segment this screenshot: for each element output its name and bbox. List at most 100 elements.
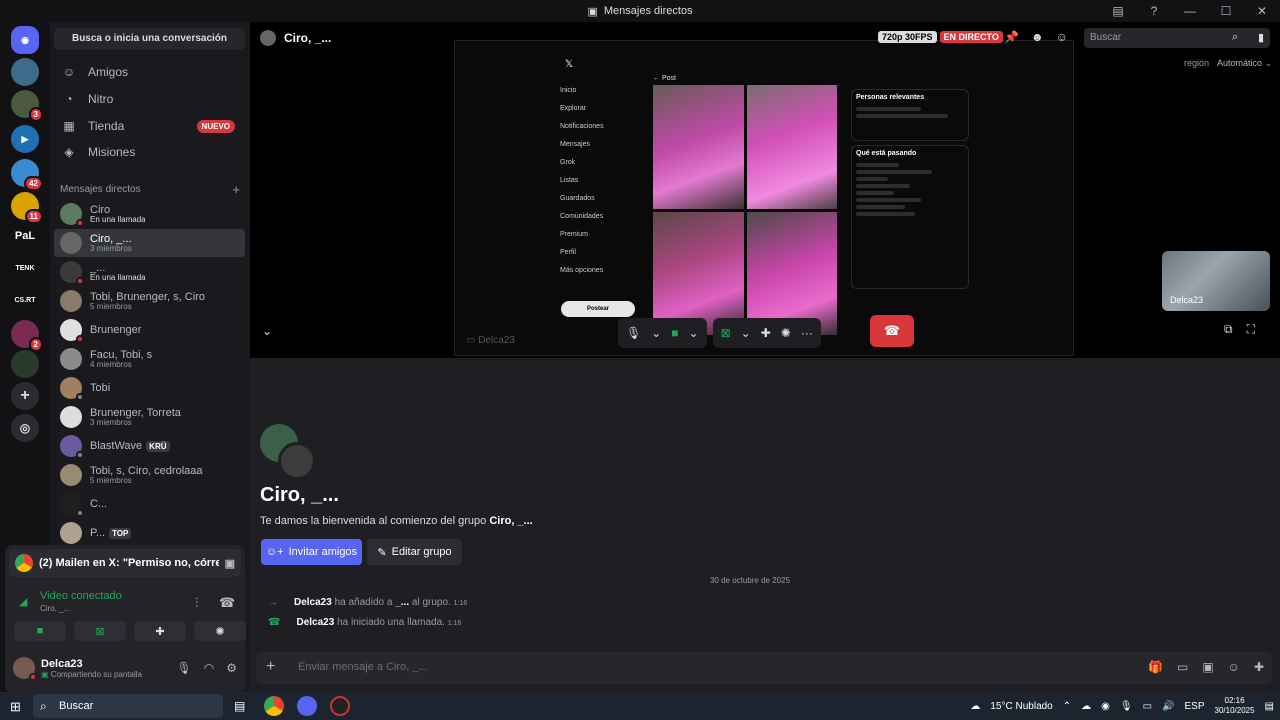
search-input[interactable]: Buscar: [1084, 28, 1270, 48]
emoji-icon[interactable]: ☺: [1228, 660, 1240, 674]
activities-icon[interactable]: ✚: [761, 326, 771, 340]
apps-icon[interactable]: ✚: [1254, 660, 1264, 674]
dm-item[interactable]: Brunenger, Torreta 3 miembros: [54, 403, 245, 431]
weather[interactable]: 15°C Nublado: [990, 701, 1052, 712]
dm-item[interactable]: Ciro En una llamada: [54, 200, 245, 228]
dm-item[interactable]: BlastWave KRÜ: [54, 432, 245, 460]
message-input[interactable]: Enviar mensaje a Ciro, _...: [298, 661, 428, 673]
avatar: [60, 377, 84, 401]
pin-icon[interactable]: 📌: [1004, 30, 1019, 44]
screenshare-icon[interactable]: ⊠: [721, 326, 731, 340]
shared-screen[interactable]: 𝕏 Inicio Explorar Notificaciones Mensajes Gr…: [454, 40, 1074, 356]
chrome-taskbar-icon[interactable]: [264, 696, 284, 716]
server-icon[interactable]: TENK: [11, 254, 39, 282]
add-friend-icon[interactable]: ☻: [1031, 30, 1044, 44]
chevron-down-icon[interactable]: ⌄: [741, 326, 751, 340]
minimize-button[interactable]: —: [1172, 4, 1208, 18]
server-icon[interactable]: CS.RT: [11, 286, 39, 314]
app-taskbar-icon[interactable]: [330, 696, 350, 716]
server-icon[interactable]: 3: [11, 90, 43, 122]
network-icon[interactable]: ▭: [1143, 701, 1152, 712]
sticker-icon[interactable]: ▣: [1202, 660, 1213, 674]
volume-icon[interactable]: 🔊: [1162, 701, 1174, 712]
voice-status[interactable]: Video conectado: [40, 590, 122, 602]
headphones-icon[interactable]: ◠: [204, 661, 214, 675]
server-icon[interactable]: [11, 58, 39, 86]
invite-friends-button[interactable]: ☺+ Invitar amigos: [261, 539, 362, 565]
mic-icon[interactable]: 🎙: [177, 661, 192, 675]
mic-icon[interactable]: 🎙: [626, 326, 641, 340]
edit-group-button[interactable]: ✎ Editar grupo: [367, 539, 462, 565]
avatar: [60, 319, 84, 343]
disconnect-icon[interactable]: ☎: [219, 595, 235, 611]
weather-icon[interactable]: ☁: [970, 701, 980, 712]
more-icon[interactable]: ···: [801, 326, 813, 340]
language[interactable]: ESP: [1184, 701, 1204, 712]
fullscreen-icon[interactable]: ⛶: [1247, 322, 1255, 337]
close-button[interactable]: ✕: [1244, 4, 1280, 18]
dm-item[interactable]: P... TOP: [54, 519, 245, 547]
server-icon[interactable]: [11, 350, 39, 378]
camera-button[interactable]: ■: [14, 621, 66, 641]
members-icon[interactable]: ☺: [1056, 30, 1068, 44]
camera-icon[interactable]: ■: [671, 326, 678, 340]
hang-up-button[interactable]: ☎: [870, 315, 914, 347]
region-selector[interactable]: región Automático ⌄: [1184, 58, 1272, 69]
notifications-icon[interactable]: ▤: [1265, 701, 1274, 712]
dm-item-selected[interactable]: Ciro, _... 3 miembros: [54, 229, 245, 257]
clan-tag: KRÜ: [146, 440, 170, 452]
avatar: [60, 464, 82, 486]
chevron-down-icon[interactable]: ⌄: [651, 326, 661, 340]
quests-icon: ◈: [64, 145, 74, 159]
windows-start-icon[interactable]: ⊞: [10, 699, 21, 715]
chevron-down-icon[interactable]: ⌄: [262, 324, 272, 338]
clock[interactable]: 02:16 30/10/2025: [1215, 696, 1255, 715]
settings-icon[interactable]: ⚙: [226, 661, 237, 675]
dm-item[interactable]: Tobi, s, Ciro, cedrolaaa 5 miembros: [54, 461, 245, 489]
explore-icon[interactable]: ◎: [11, 414, 39, 442]
noise-suppression-icon[interactable]: ⫶: [195, 595, 198, 611]
server-icon[interactable]: PaL: [11, 222, 39, 250]
gif-icon[interactable]: ▭: [1177, 660, 1188, 674]
activities-button[interactable]: ✚: [134, 621, 186, 641]
gift-icon[interactable]: 🎁: [1148, 660, 1163, 674]
nav-friends[interactable]: ☺ Amigos: [54, 59, 245, 85]
nav-nitro[interactable]: ◔ Nitro: [54, 86, 245, 112]
inbox-icon[interactable]: ▤: [1100, 4, 1136, 18]
screenshare-button[interactable]: ⊠: [74, 621, 126, 641]
maximize-button[interactable]: ☐: [1208, 4, 1244, 18]
dm-item[interactable]: _... En una llamada: [54, 258, 245, 286]
discord-taskbar-icon[interactable]: [297, 696, 317, 716]
server-icon[interactable]: ▶: [11, 125, 39, 153]
taskbar-search[interactable]: Buscar: [33, 694, 223, 718]
server-icon[interactable]: 42: [11, 159, 43, 191]
dm-item[interactable]: Brunenger: [54, 316, 245, 344]
dm-search-button[interactable]: Busca o inicia una conversación: [54, 28, 245, 50]
phone-icon: ☎: [268, 617, 281, 628]
server-icon[interactable]: 2: [11, 320, 43, 352]
nav-quests[interactable]: ◈ Misiones: [54, 139, 245, 165]
chevron-up-icon[interactable]: ⌃: [1063, 701, 1071, 712]
task-view-icon[interactable]: ▤: [234, 699, 245, 713]
popout-icon[interactable]: ⧉: [1224, 322, 1233, 337]
inbox-icon[interactable]: ▮: [1258, 31, 1264, 44]
message-composer[interactable]: + Enviar mensaje a Ciro, _... 🎁 ▭ ▣ ☺ ✚: [256, 652, 1272, 684]
discord-home-icon[interactable]: ◉: [11, 26, 39, 54]
dm-item[interactable]: Tobi, Brunenger, s, Ciro 5 miembros: [54, 287, 245, 315]
nav-shop[interactable]: ▦ Tienda NUEVO: [54, 113, 245, 139]
attach-icon[interactable]: +: [266, 658, 275, 676]
new-dm-icon[interactable]: +: [232, 182, 240, 197]
soundboard-icon[interactable]: ✺: [781, 326, 791, 340]
server-icon[interactable]: 11: [11, 192, 43, 224]
stream-icon[interactable]: ▣: [225, 557, 235, 570]
soundboard-button[interactable]: ✺: [194, 621, 246, 641]
dm-item[interactable]: Tobi: [54, 374, 245, 402]
add-server-icon[interactable]: +: [11, 382, 39, 410]
user-panel[interactable]: Delca23 ▣ Compartiendo su pantalla 🎙 ◠ ⚙: [13, 657, 241, 681]
chevron-down-icon[interactable]: ⌄: [689, 326, 699, 340]
help-icon[interactable]: ?: [1136, 4, 1172, 18]
activity-notification[interactable]: (2) Mailen en X: "Permiso no, córret... ▣: [9, 549, 241, 577]
dm-item[interactable]: C...: [54, 490, 245, 518]
camera-pip[interactable]: Delca23: [1162, 251, 1270, 311]
dm-item[interactable]: Facu, Tobi, s4 miembros: [54, 345, 245, 373]
